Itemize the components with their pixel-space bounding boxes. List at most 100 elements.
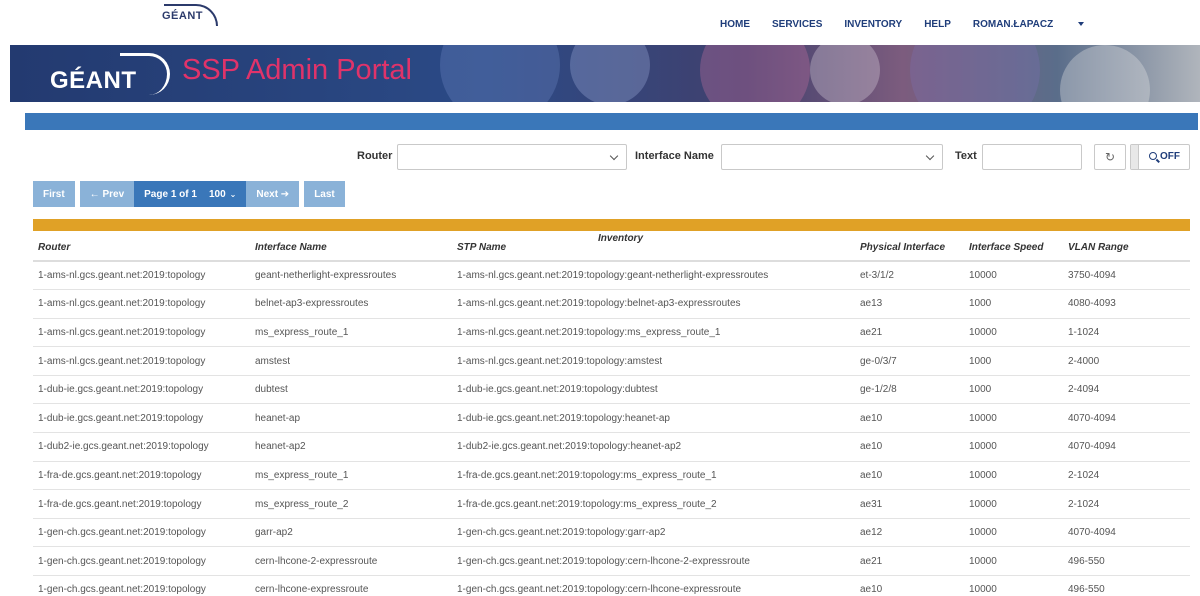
cell-stp: 1-dub2-ie.gcs.geant.net:2019:topology:he… (452, 432, 855, 462)
cell-stp: 1-ams-nl.gcs.geant.net:2019:topology:ams… (452, 346, 855, 376)
cell-physical: ge-1/2/8 (855, 375, 964, 405)
cell-router: 1-gen-ch.gcs.geant.net:2019:topology (33, 575, 250, 596)
col-router[interactable]: Router (33, 233, 250, 262)
col-vlan-range[interactable]: VLAN Range (1063, 233, 1190, 262)
cell-vlan: 1-1024 (1063, 318, 1190, 348)
refresh-button[interactable]: ↻ (1094, 144, 1126, 170)
text-search-input[interactable] (982, 144, 1082, 170)
cell-router: 1-ams-nl.gcs.geant.net:2019:topology (33, 346, 250, 376)
cell-vlan: 4070-4094 (1063, 432, 1190, 462)
filter-bar: Router Interface Name Text ↻ OFF (0, 144, 1200, 170)
nav-inventory[interactable]: INVENTORY (844, 19, 902, 30)
cell-vlan: 2-4094 (1063, 375, 1190, 405)
cell-physical: ae12 (855, 518, 964, 548)
cell-speed: 10000 (964, 546, 1063, 577)
cell-router: 1-fra-de.gcs.geant.net:2019:topology (33, 489, 250, 519)
table-row[interactable]: 1-fra-de.gcs.geant.net:2019:topology ms_e… (33, 489, 1190, 519)
last-page-button[interactable]: Last (304, 181, 345, 207)
cell-vlan: 2-4000 (1063, 346, 1190, 376)
portal-banner: GÉANT SSP Admin Portal (10, 45, 1200, 102)
first-page-button[interactable]: First (33, 181, 75, 207)
table-row[interactable]: 1-ams-nl.gcs.geant.net:2019:topology ms_e… (33, 318, 1190, 348)
cell-router: 1-ams-nl.gcs.geant.net:2019:topology (33, 261, 250, 291)
cell-speed: 10000 (964, 461, 1063, 491)
nav-services[interactable]: SERVICES (772, 19, 822, 30)
chevron-down-icon (925, 151, 935, 161)
cell-interface: ms_express_route_2 (250, 489, 452, 519)
cell-speed: 1000 (964, 346, 1063, 376)
cell-interface: geant-netherlight-expressroutes (250, 261, 452, 291)
cell-interface: ms_express_route_1 (250, 461, 452, 491)
nav-home[interactable]: HOME (720, 19, 750, 30)
col-stp-name[interactable]: STP Name (452, 233, 855, 262)
cell-interface: cern-lhcone-expressroute (250, 575, 452, 596)
table-row[interactable]: 1-dub2-ie.gcs.geant.net:2019:topology hea… (33, 432, 1190, 462)
table-row[interactable]: 1-gen-ch.gcs.geant.net:2019:topology cern… (33, 575, 1190, 596)
table-accent-bar (33, 219, 1190, 231)
col-interface-speed[interactable]: Interface Speed (964, 233, 1063, 262)
table-header-row: Router Interface Name STP Name Physical … (33, 233, 1190, 262)
cell-interface: cern-lhcone-2-expressroute (250, 546, 452, 577)
interface-name-select[interactable] (721, 144, 943, 170)
cell-speed: 1000 (964, 289, 1063, 319)
header-bar (25, 113, 1198, 130)
cell-interface: belnet-ap3-expressroutes (250, 289, 452, 319)
cell-speed: 1000 (964, 375, 1063, 405)
next-page-button[interactable]: Next ➔ (246, 181, 300, 207)
main-menu: HOME SERVICES INVENTORY HELP ROMAN.ŁAPAC… (720, 19, 1106, 30)
table-row[interactable]: 1-dub-ie.gcs.geant.net:2019:topology dubt… (33, 375, 1190, 405)
cell-physical: ae10 (855, 432, 964, 462)
cell-interface: dubtest (250, 375, 452, 405)
search-toggle[interactable]: OFF (1130, 144, 1190, 170)
cell-router: 1-dub-ie.gcs.geant.net:2019:topology (33, 375, 250, 405)
cell-speed: 10000 (964, 518, 1063, 548)
cell-interface: ms_express_route_1 (250, 318, 452, 348)
cell-stp: 1-ams-nl.gcs.geant.net:2019:topology:bel… (452, 289, 855, 319)
cell-router: 1-fra-de.gcs.geant.net:2019:topology (33, 461, 250, 491)
user-menu[interactable]: ROMAN.ŁAPACZ (973, 19, 1085, 30)
table-row[interactable]: 1-ams-nl.gcs.geant.net:2019:topology gean… (33, 261, 1190, 291)
text-label: Text (955, 150, 977, 162)
cell-interface: garr-ap2 (250, 518, 452, 548)
caret-down-icon (1078, 22, 1085, 27)
cell-physical: ae10 (855, 461, 964, 491)
prev-page-button[interactable]: ← Prev (79, 181, 135, 207)
page-size-select[interactable]: 100 ⌄ (206, 181, 247, 207)
refresh-icon: ↻ (1104, 150, 1116, 164)
cell-vlan: 2-1024 (1063, 489, 1190, 519)
router-select[interactable] (397, 144, 627, 170)
cell-vlan: 2-1024 (1063, 461, 1190, 491)
cell-stp: 1-fra-de.gcs.geant.net:2019:topology:ms_… (452, 489, 855, 519)
table-row[interactable]: 1-ams-nl.gcs.geant.net:2019:topology beln… (33, 289, 1190, 319)
cell-speed: 10000 (964, 403, 1063, 434)
col-interface-name[interactable]: Interface Name (250, 233, 452, 262)
col-physical-interface[interactable]: Physical Interface (855, 233, 964, 262)
table-row[interactable]: 1-fra-de.gcs.geant.net:2019:topology ms_e… (33, 461, 1190, 491)
cell-physical: et-3/1/2 (855, 261, 964, 291)
cell-stp: 1-fra-de.gcs.geant.net:2019:topology:ms_… (452, 461, 855, 491)
interface-name-label: Interface Name (635, 150, 714, 162)
cell-router: 1-dub2-ie.gcs.geant.net:2019:topology (33, 432, 250, 462)
geant-logo[interactable]: GÉANT (162, 4, 218, 26)
cell-vlan: 3750-4094 (1063, 261, 1190, 291)
toggle-state: OFF (1160, 151, 1180, 162)
cell-stp: 1-dub-ie.gcs.geant.net:2019:topology:dub… (452, 375, 855, 405)
cell-stp: 1-ams-nl.gcs.geant.net:2019:topology:gea… (452, 261, 855, 291)
cell-router: 1-ams-nl.gcs.geant.net:2019:topology (33, 318, 250, 348)
cell-stp: 1-ams-nl.gcs.geant.net:2019:topology:ms_… (452, 318, 855, 348)
cell-physical: ae10 (855, 403, 964, 434)
cell-vlan: 496-550 (1063, 546, 1190, 577)
nav-help[interactable]: HELP (924, 19, 951, 30)
table-row[interactable]: 1-gen-ch.gcs.geant.net:2019:topology cern… (33, 546, 1190, 577)
toggle-knob (1131, 145, 1139, 169)
cell-stp: 1-dub-ie.gcs.geant.net:2019:topology:hea… (452, 403, 855, 434)
cell-speed: 10000 (964, 261, 1063, 291)
portal-title: SSP Admin Portal (182, 54, 412, 86)
table-row[interactable]: 1-dub-ie.gcs.geant.net:2019:topology hean… (33, 403, 1190, 434)
cell-router: 1-dub-ie.gcs.geant.net:2019:topology (33, 403, 250, 434)
top-nav: GÉANT HOME SERVICES INVENTORY HELP ROMAN… (0, 0, 1200, 44)
banner-geant-logo: GÉANT (50, 53, 170, 95)
table-row[interactable]: 1-gen-ch.gcs.geant.net:2019:topology garr… (33, 518, 1190, 548)
cell-vlan: 4070-4094 (1063, 403, 1190, 434)
table-row[interactable]: 1-ams-nl.gcs.geant.net:2019:topology amst… (33, 346, 1190, 376)
